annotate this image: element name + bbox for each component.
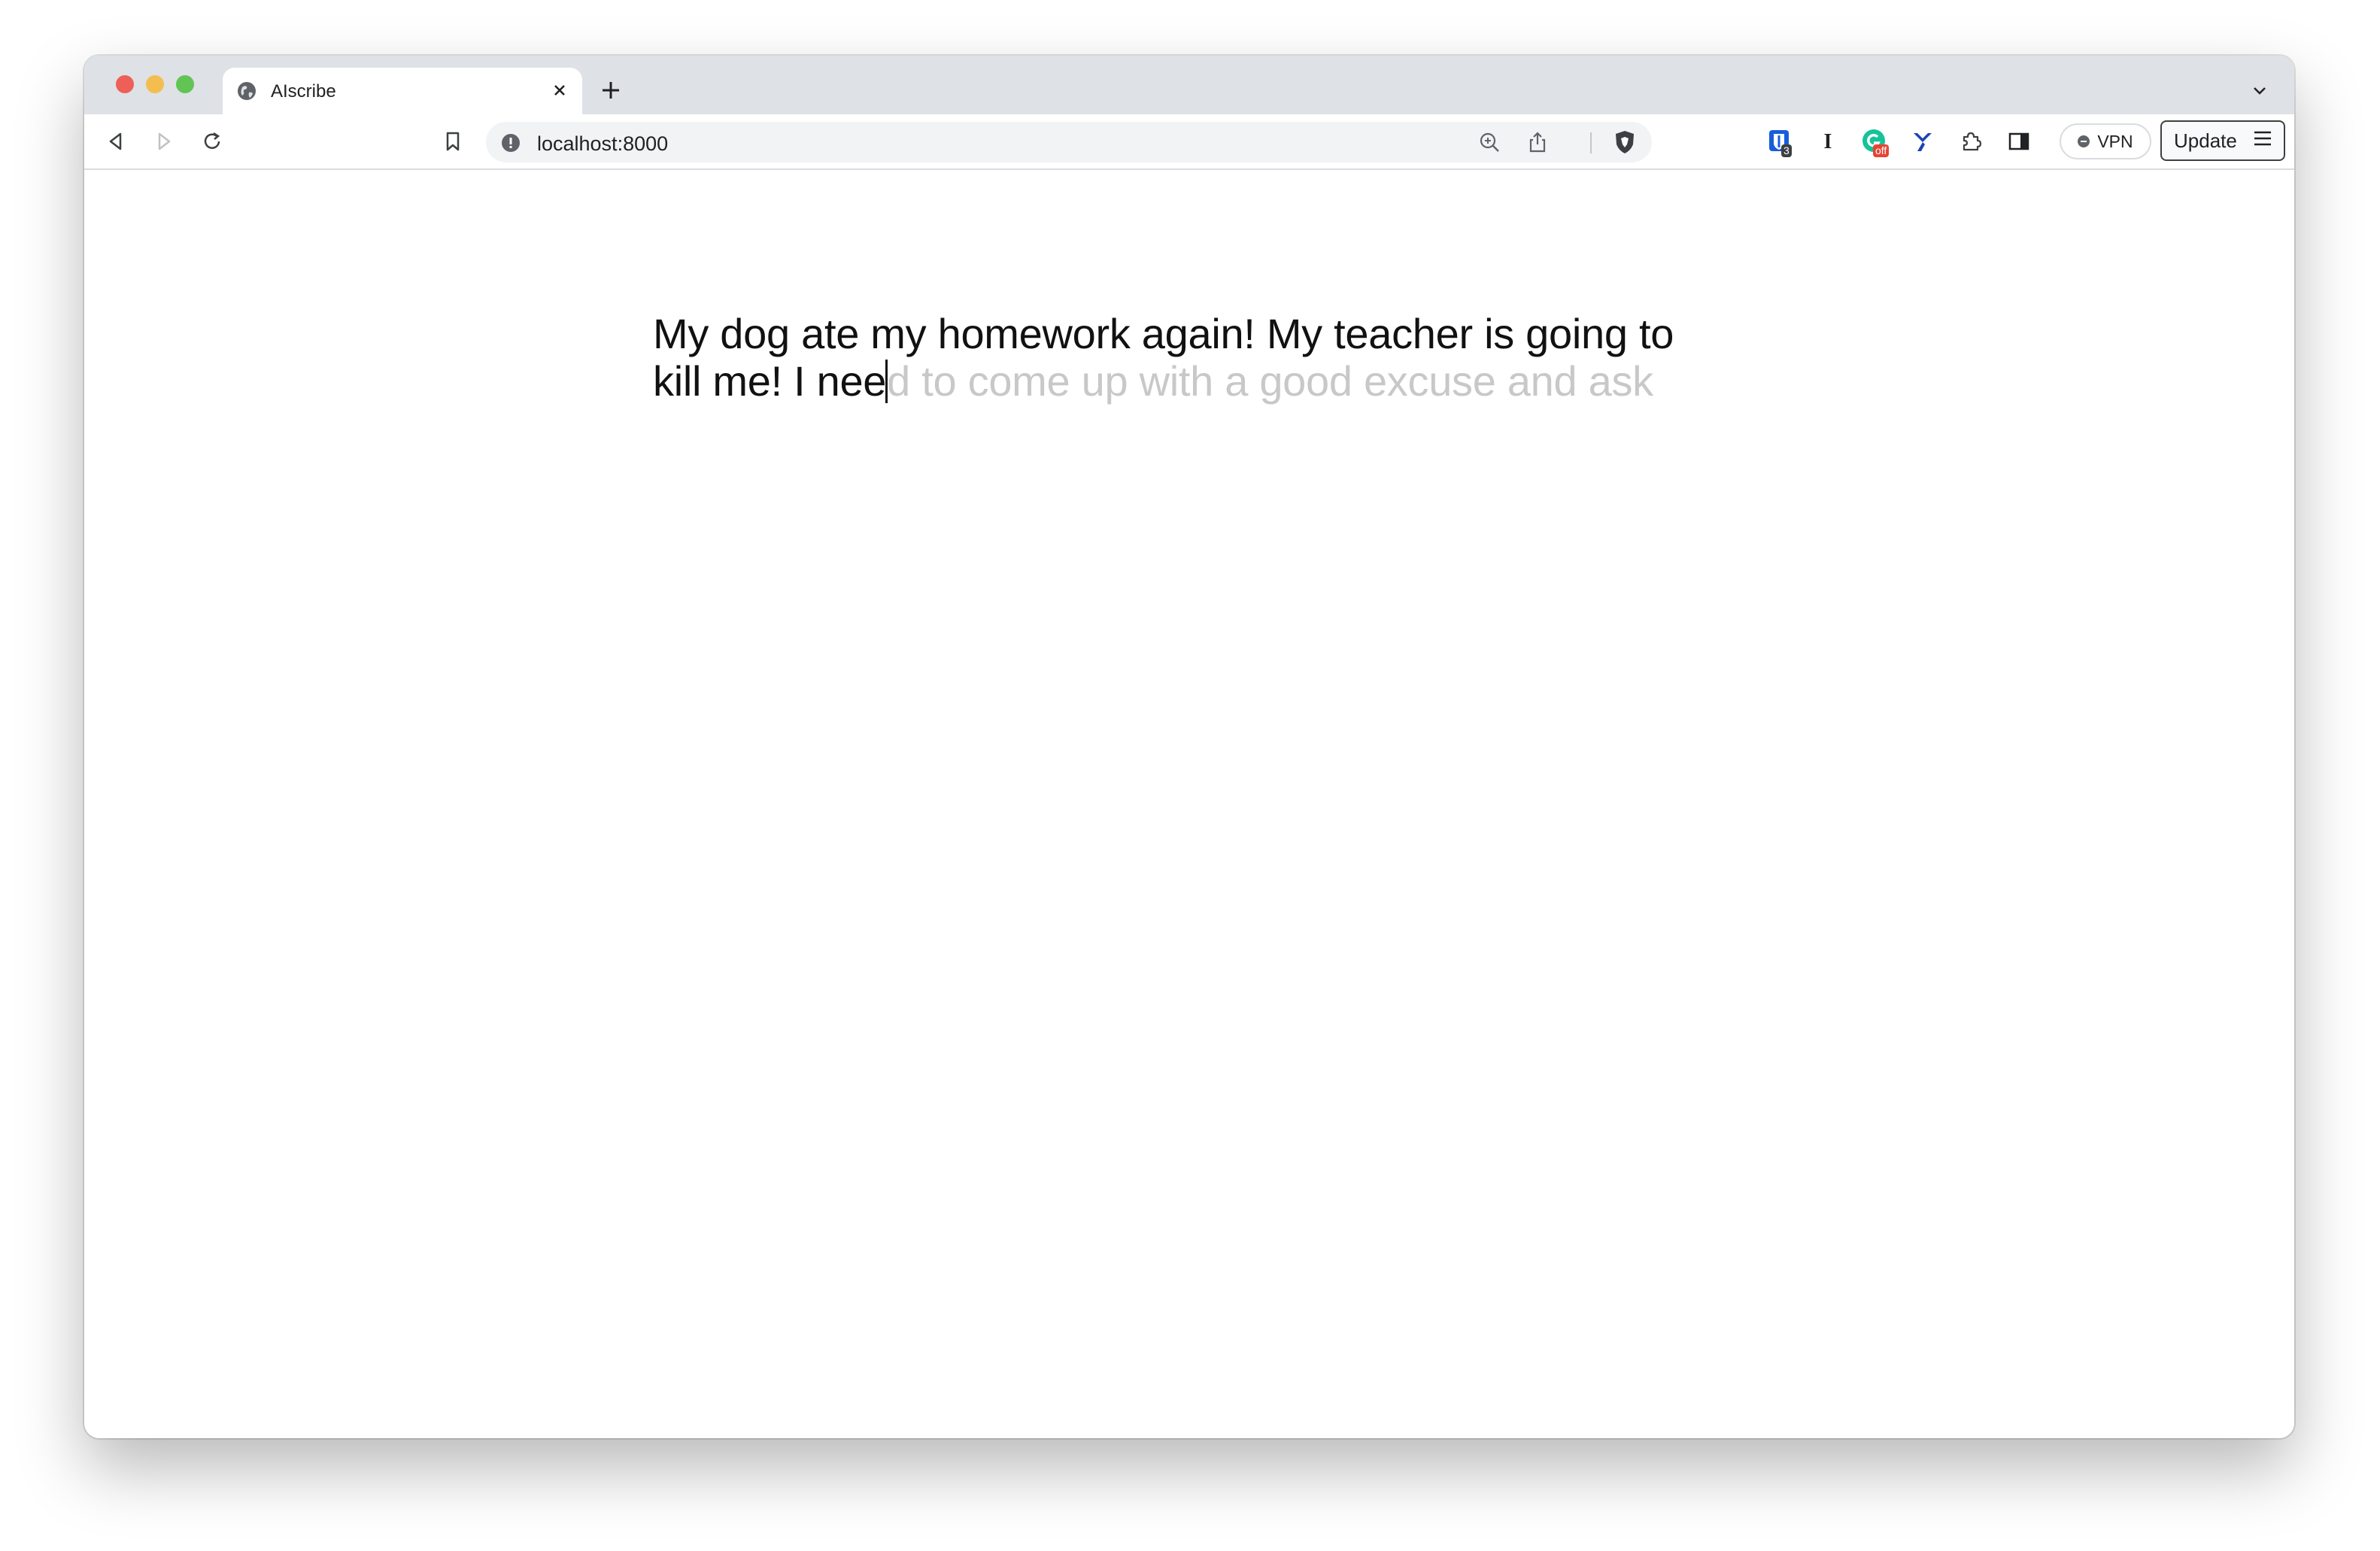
minimize-window-button[interactable]	[146, 75, 164, 93]
site-info-icon[interactable]	[501, 133, 521, 153]
hamburger-menu-icon	[2252, 129, 2273, 153]
puzzle-icon[interactable]	[1956, 126, 1986, 156]
address-bar[interactable]: localhost:8000	[486, 122, 1652, 162]
address-url[interactable]: localhost:8000	[537, 132, 668, 156]
brave-shield-icon[interactable]	[1613, 130, 1637, 154]
autocomplete-suggestion[interactable]: d to come up with a good excuse and ask	[887, 357, 1653, 405]
maximize-window-button[interactable]	[176, 75, 194, 93]
update-label: Update	[2174, 129, 2237, 152]
yoroi-extension-icon[interactable]	[1908, 126, 1938, 156]
bookmark-icon[interactable]	[436, 125, 469, 158]
tab-title: AIscribe	[271, 81, 336, 102]
address-separator	[1590, 132, 1592, 153]
typed-text-line-2: kill me! I nee	[653, 357, 887, 405]
close-window-button[interactable]	[116, 75, 134, 93]
browser-window: AIscribe localhost:8000 3 I off VPN Upda…	[84, 56, 2294, 1438]
text-editor[interactable]: My dog ate my homework again! My teacher…	[653, 310, 1721, 405]
chevron-down-icon[interactable]	[2248, 78, 2272, 102]
new-tab-button[interactable]	[596, 75, 626, 105]
browser-toolbar: localhost:8000 3 I off VPN Update	[84, 114, 2294, 170]
tab-strip: AIscribe	[84, 56, 2294, 114]
typed-text-line-1: My dog ate my homework again! My teacher…	[653, 310, 1674, 357]
instapaper-extension-icon[interactable]: I	[1813, 126, 1843, 156]
grammarly-extension-icon[interactable]: off	[1859, 126, 1890, 157]
page-content: My dog ate my homework again! My teacher…	[84, 170, 2294, 1438]
vpn-status-icon	[2078, 135, 2090, 147]
sidebar-icon[interactable]	[2004, 126, 2034, 156]
reload-button[interactable]	[196, 125, 229, 158]
active-tab[interactable]: AIscribe	[223, 68, 582, 114]
tab-close-icon[interactable]	[546, 77, 573, 104]
zoom-icon[interactable]	[1477, 130, 1501, 154]
grammarly-off-badge: off	[1873, 144, 1890, 157]
update-button[interactable]: Update	[2160, 120, 2285, 161]
svg-text:I: I	[1824, 130, 1832, 153]
bitwarden-extension-icon[interactable]: 3	[1765, 126, 1795, 157]
vpn-label: VPN	[2097, 131, 2133, 151]
globe-icon	[236, 80, 257, 102]
back-button[interactable]	[99, 125, 132, 158]
share-icon[interactable]	[1525, 130, 1550, 154]
vpn-button[interactable]: VPN	[2060, 123, 2151, 159]
extension-count-badge: 3	[1781, 144, 1792, 157]
forward-button[interactable]	[147, 125, 181, 158]
